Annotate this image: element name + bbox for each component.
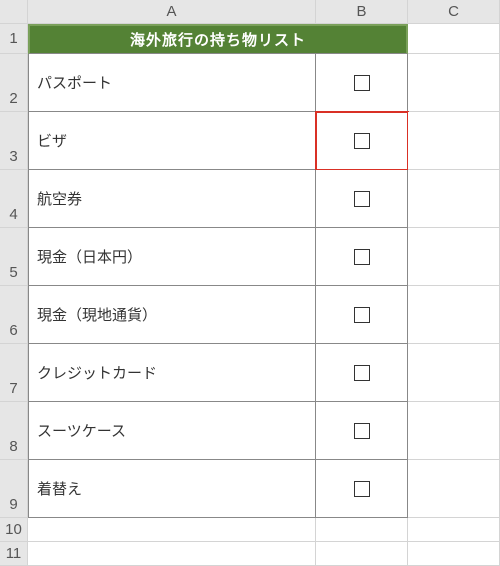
cell-C7[interactable] [408, 344, 500, 402]
row-header-1[interactable]: 1 [0, 24, 28, 54]
checkbox-icon[interactable] [354, 249, 370, 265]
row-header-9[interactable]: 9 [0, 460, 28, 518]
col-header-C[interactable]: C [408, 0, 500, 24]
checkbox-icon[interactable] [354, 75, 370, 91]
cell-B10[interactable] [316, 518, 408, 542]
checkbox-icon[interactable] [354, 191, 370, 207]
cell-C11[interactable] [408, 542, 500, 566]
item-cell[interactable]: ビザ [28, 112, 316, 170]
item-cell[interactable]: 航空券 [28, 170, 316, 228]
cell-A10[interactable] [28, 518, 316, 542]
cell-B11[interactable] [316, 542, 408, 566]
col-header-A[interactable]: A [28, 0, 316, 24]
row-header-2[interactable]: 2 [0, 54, 28, 112]
item-cell[interactable]: 現金（現地通貨） [28, 286, 316, 344]
check-cell-selected[interactable] [316, 112, 408, 170]
item-cell[interactable]: クレジットカード [28, 344, 316, 402]
title-cell[interactable]: 海外旅行の持ち物リスト [28, 24, 408, 54]
check-cell[interactable] [316, 402, 408, 460]
cell-C2[interactable] [408, 54, 500, 112]
cell-C10[interactable] [408, 518, 500, 542]
checkbox-icon[interactable] [354, 365, 370, 381]
cell-C6[interactable] [408, 286, 500, 344]
cell-C3[interactable] [408, 112, 500, 170]
cell-A11[interactable] [28, 542, 316, 566]
row-header-11[interactable]: 11 [0, 542, 28, 566]
item-cell[interactable]: スーツケース [28, 402, 316, 460]
checkbox-icon[interactable] [354, 423, 370, 439]
row-header-3[interactable]: 3 [0, 112, 28, 170]
select-all-corner[interactable] [0, 0, 28, 24]
row-header-6[interactable]: 6 [0, 286, 28, 344]
item-cell[interactable]: 着替え [28, 460, 316, 518]
col-header-B[interactable]: B [316, 0, 408, 24]
row-header-10[interactable]: 10 [0, 518, 28, 542]
check-cell[interactable] [316, 344, 408, 402]
checkbox-icon[interactable] [354, 307, 370, 323]
cell-C8[interactable] [408, 402, 500, 460]
item-cell[interactable]: パスポート [28, 54, 316, 112]
check-cell[interactable] [316, 170, 408, 228]
cell-C5[interactable] [408, 228, 500, 286]
row-header-7[interactable]: 7 [0, 344, 28, 402]
row-header-5[interactable]: 5 [0, 228, 28, 286]
row-header-8[interactable]: 8 [0, 402, 28, 460]
check-cell[interactable] [316, 460, 408, 518]
item-cell[interactable]: 現金（日本円） [28, 228, 316, 286]
check-cell[interactable] [316, 54, 408, 112]
check-cell[interactable] [316, 286, 408, 344]
check-cell[interactable] [316, 228, 408, 286]
cell-C1[interactable] [408, 24, 500, 54]
checkbox-icon[interactable] [354, 481, 370, 497]
spreadsheet-grid: A B C 1 海外旅行の持ち物リスト 2 パスポート 3 ビザ 4 航空券 5… [0, 0, 500, 566]
row-header-4[interactable]: 4 [0, 170, 28, 228]
cell-C4[interactable] [408, 170, 500, 228]
checkbox-icon[interactable] [354, 133, 370, 149]
cell-C9[interactable] [408, 460, 500, 518]
